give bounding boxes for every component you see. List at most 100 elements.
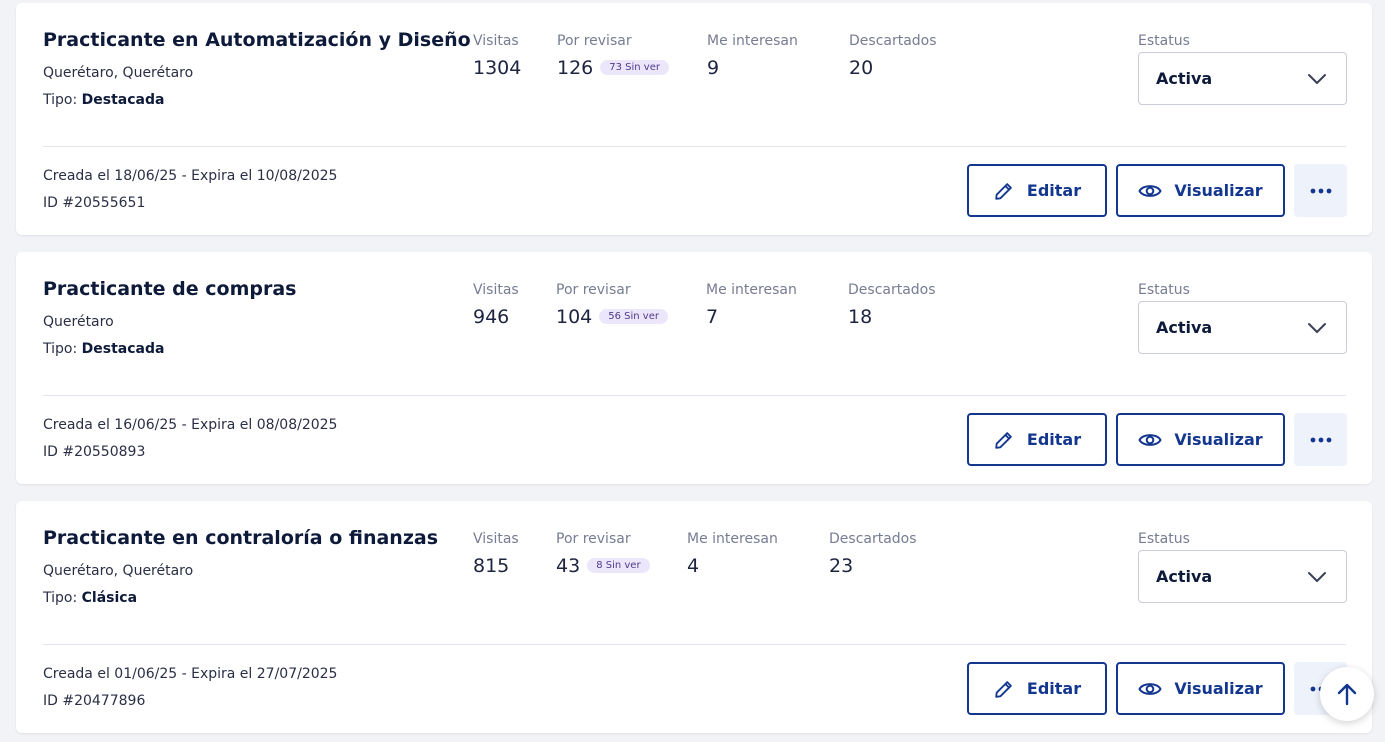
visualize-button-label: Visualizar	[1174, 181, 1263, 200]
visualize-button[interactable]: Visualizar	[1116, 413, 1285, 466]
visualize-button-label: Visualizar	[1174, 679, 1263, 698]
stat-me-interesan-label: Me interesan	[687, 531, 778, 547]
job-dates: Creada el 16/06/25 - Expira el 08/08/202…	[43, 417, 338, 433]
job-id: ID #20477896	[43, 693, 146, 709]
job-type-value: Destacada	[81, 92, 165, 108]
pencil-icon	[995, 431, 1012, 449]
stat-descartados-value: 23	[829, 555, 854, 577]
chevron-down-icon	[1308, 74, 1326, 84]
eye-icon	[1138, 433, 1162, 446]
stat-por-revisar[interactable]: Por revisar 104 56 Sin ver	[556, 282, 668, 328]
job-title[interactable]: Practicante en Automatización y Diseño	[43, 29, 471, 51]
scroll-to-top-button[interactable]	[1320, 667, 1374, 721]
stat-descartados[interactable]: Descartados 18	[848, 282, 936, 328]
stat-descartados-value: 18	[848, 306, 873, 328]
stat-me-interesan[interactable]: Me interesan 9	[707, 33, 798, 79]
job-id: ID #20555651	[43, 195, 146, 211]
card-divider	[43, 644, 1346, 645]
sin-ver-badge: 8 Sin ver	[587, 558, 650, 573]
edit-button-label: Editar	[1026, 181, 1082, 200]
job-card: Practicante de compras Querétaro Tipo: D…	[16, 252, 1372, 484]
stat-visitas: Visitas 946	[473, 282, 519, 328]
stat-por-revisar-label: Por revisar	[556, 282, 631, 298]
job-location: Querétaro, Querétaro	[43, 65, 194, 81]
eye-icon	[1138, 682, 1162, 695]
edit-button-label: Editar	[1026, 679, 1082, 698]
stat-visitas-value: 815	[473, 555, 510, 577]
stat-visitas-value: 946	[473, 306, 510, 328]
sin-ver-badge: 56 Sin ver	[599, 309, 668, 324]
estatus-value: Activa	[1156, 318, 1213, 337]
edit-button[interactable]: Editar	[967, 413, 1107, 466]
stat-por-revisar[interactable]: Por revisar 43 8 Sin ver	[556, 531, 650, 577]
estatus-label: Estatus	[1138, 33, 1190, 49]
stat-descartados-label: Descartados	[849, 33, 937, 49]
estatus-label: Estatus	[1138, 282, 1190, 298]
job-card: Practicante en contraloría o finanzas Qu…	[16, 501, 1372, 733]
estatus-select[interactable]: Activa	[1138, 52, 1347, 105]
stat-me-interesan-value: 9	[707, 57, 720, 79]
card-divider	[43, 395, 1346, 396]
stat-visitas-label: Visitas	[473, 282, 519, 298]
job-location: Querétaro, Querétaro	[43, 563, 194, 579]
stat-por-revisar-value: 104	[556, 306, 593, 328]
stat-visitas: Visitas 1304	[473, 33, 521, 79]
stat-visitas-label: Visitas	[473, 531, 519, 547]
stat-me-interesan-value: 7	[706, 306, 719, 328]
more-dots-icon	[1310, 188, 1331, 193]
stat-por-revisar-value: 43	[556, 555, 581, 577]
stat-me-interesan[interactable]: Me interesan 4	[687, 531, 778, 577]
card-divider	[43, 146, 1346, 147]
edit-button[interactable]: Editar	[967, 662, 1107, 715]
estatus-value: Activa	[1156, 567, 1213, 586]
stat-por-revisar-label: Por revisar	[556, 531, 631, 547]
stat-visitas-label: Visitas	[473, 33, 519, 49]
visualize-button[interactable]: Visualizar	[1116, 662, 1285, 715]
job-dates: Creada el 01/06/25 - Expira el 27/07/202…	[43, 666, 338, 682]
job-type: Tipo: Clásica	[43, 590, 137, 606]
pencil-icon	[995, 680, 1012, 698]
estatus-select[interactable]: Activa	[1138, 301, 1347, 354]
stat-visitas-value: 1304	[473, 57, 522, 79]
job-dates: Creada el 18/06/25 - Expira el 10/08/202…	[43, 168, 338, 184]
estatus-select[interactable]: Activa	[1138, 550, 1347, 603]
job-title[interactable]: Practicante en contraloría o finanzas	[43, 527, 438, 549]
more-options-button[interactable]	[1294, 164, 1347, 217]
arrow-up-icon	[1337, 683, 1357, 706]
visualize-button[interactable]: Visualizar	[1116, 164, 1285, 217]
job-id: ID #20550893	[43, 444, 146, 460]
job-card: Practicante en Automatización y Diseño Q…	[16, 3, 1372, 235]
job-location: Querétaro	[43, 314, 114, 330]
job-title[interactable]: Practicante de compras	[43, 278, 297, 300]
more-dots-icon	[1310, 437, 1331, 442]
more-options-button[interactable]	[1294, 413, 1347, 466]
job-type-label: Tipo:	[43, 341, 78, 357]
edit-button-label: Editar	[1026, 430, 1082, 449]
stat-me-interesan-label: Me interesan	[706, 282, 797, 298]
job-type-label: Tipo:	[43, 590, 78, 606]
stat-descartados[interactable]: Descartados 20	[849, 33, 937, 79]
estatus-label: Estatus	[1138, 531, 1190, 547]
edit-button[interactable]: Editar	[967, 164, 1107, 217]
stat-por-revisar-value: 126	[557, 57, 594, 79]
stat-descartados-label: Descartados	[829, 531, 917, 547]
stat-me-interesan-value: 4	[687, 555, 700, 577]
chevron-down-icon	[1308, 323, 1326, 333]
stat-visitas: Visitas 815	[473, 531, 519, 577]
estatus-value: Activa	[1156, 69, 1213, 88]
stat-me-interesan[interactable]: Me interesan 7	[706, 282, 797, 328]
visualize-button-label: Visualizar	[1174, 430, 1263, 449]
stat-descartados-value: 20	[849, 57, 874, 79]
sin-ver-badge: 73 Sin ver	[600, 60, 669, 75]
job-type-label: Tipo:	[43, 92, 78, 108]
stat-descartados[interactable]: Descartados 23	[829, 531, 917, 577]
stat-descartados-label: Descartados	[848, 282, 936, 298]
job-type: Tipo: Destacada	[43, 92, 164, 108]
stat-por-revisar[interactable]: Por revisar 126 73 Sin ver	[557, 33, 669, 79]
chevron-down-icon	[1308, 572, 1326, 582]
job-type: Tipo: Destacada	[43, 341, 164, 357]
job-type-value: Clásica	[81, 590, 138, 606]
job-type-value: Destacada	[81, 341, 165, 357]
stat-me-interesan-label: Me interesan	[707, 33, 798, 49]
pencil-icon	[995, 182, 1012, 200]
